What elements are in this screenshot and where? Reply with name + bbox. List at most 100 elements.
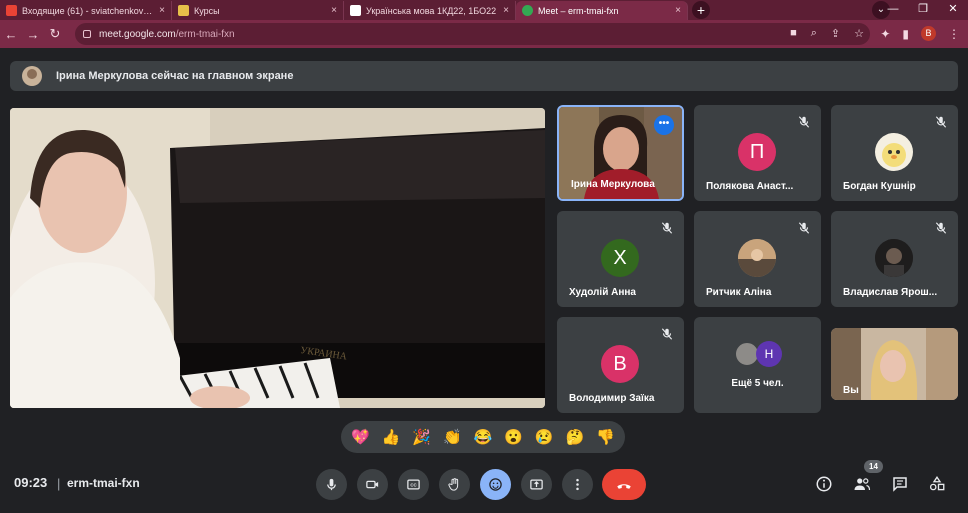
more-options-icon[interactable]: ••• xyxy=(654,115,674,135)
share-icon[interactable]: ⇪ xyxy=(831,27,840,40)
close-icon[interactable]: × xyxy=(503,5,509,16)
people-button[interactable] xyxy=(852,474,872,494)
new-tab-button[interactable]: + xyxy=(692,1,710,19)
participant-tile[interactable]: В Володимир Заїка xyxy=(557,317,684,413)
lock-icon xyxy=(83,30,91,38)
avatar-photo xyxy=(875,133,913,171)
tab-gmail[interactable]: Входящие (61) - sviatchenkovv@ × xyxy=(0,1,172,20)
side-panel-icon[interactable]: ▮ xyxy=(902,27,909,41)
reactions-bar: 💖 👍 🎉 👏 😂 😮 😢 🤔 👎 xyxy=(341,421,625,453)
participant-name: Володимир Заїка xyxy=(569,393,655,404)
extensions-puzzle-icon[interactable]: ✦ xyxy=(880,27,890,41)
minimize-icon[interactable]: — xyxy=(878,0,908,20)
participant-tile[interactable]: Ритчик Аліна xyxy=(694,211,821,307)
emoji-icon xyxy=(489,478,502,491)
participant-tile[interactable]: Х Худолій Анна xyxy=(557,211,684,307)
participant-tile[interactable]: Богдан Кушнір xyxy=(831,105,958,201)
bookmark-star-icon[interactable]: ☆ xyxy=(854,27,864,40)
reaction-heart[interactable]: 💖 xyxy=(351,428,370,446)
self-tile[interactable]: Вы xyxy=(831,328,958,400)
classroom-icon xyxy=(350,5,361,16)
url-input[interactable]: meet.google.com/erm-tmai-fxn ■ ⌕ ⇪ ☆ xyxy=(75,23,870,45)
activities-icon xyxy=(929,476,945,491)
reaction-thumbs-up[interactable]: 👍 xyxy=(382,428,401,446)
avatar-photo xyxy=(875,239,913,277)
mic-off-icon xyxy=(661,328,673,340)
reactions-button[interactable] xyxy=(480,469,511,500)
participant-tile-presenter[interactable]: ••• Ірина Меркулова xyxy=(557,105,684,201)
captions-button[interactable]: CC xyxy=(398,469,429,500)
reaction-clap[interactable]: 👏 xyxy=(443,428,462,446)
present-icon xyxy=(530,479,543,490)
profile-avatar[interactable]: B xyxy=(921,26,936,41)
reaction-laugh[interactable]: 😂 xyxy=(474,428,493,446)
presenting-banner: Ірина Меркулова сейчас на главном экране xyxy=(10,61,958,91)
mic-icon xyxy=(327,478,336,491)
menu-kebab-icon[interactable]: ⋮ xyxy=(948,27,960,41)
participant-name: Богдан Кушнір xyxy=(843,181,916,192)
close-icon[interactable]: × xyxy=(675,5,681,16)
tab-courses[interactable]: Курсы × xyxy=(172,1,344,20)
gmail-icon xyxy=(6,5,17,16)
info-icon xyxy=(816,476,832,492)
svg-text:CC: CC xyxy=(410,483,417,488)
close-icon[interactable]: × xyxy=(331,5,337,16)
zoom-icon[interactable]: ⌕ xyxy=(811,27,817,40)
mic-off-icon xyxy=(935,116,947,128)
main-video[interactable]: УКРАИНА xyxy=(10,108,545,408)
reaction-party[interactable]: 🎉 xyxy=(412,428,431,446)
more-options-button[interactable] xyxy=(562,469,593,500)
camera-indicator-icon[interactable]: ■ xyxy=(790,27,797,40)
tab-label: Входящие (61) - sviatchenkovv@ xyxy=(22,5,156,16)
reaction-thinking[interactable]: 🤔 xyxy=(566,428,585,446)
participant-name: Ритчик Аліна xyxy=(706,287,772,298)
reload-icon[interactable]: ↻ xyxy=(44,26,66,42)
clock: 09:23 xyxy=(14,475,48,490)
participant-name: Владислав Ярош... xyxy=(843,287,938,298)
banner-text: Ірина Меркулова сейчас на главном экране xyxy=(56,70,294,82)
captions-icon: CC xyxy=(407,479,420,490)
activities-button[interactable] xyxy=(927,474,947,494)
camera-button[interactable] xyxy=(357,469,388,500)
present-button[interactable] xyxy=(521,469,552,500)
tab-label: Meet – erm-tmai-fxn xyxy=(538,5,619,16)
tab-meet[interactable]: Meet – erm-tmai-fxn × xyxy=(516,1,688,20)
tab-bar: Входящие (61) - sviatchenkovv@ × Курсы ×… xyxy=(0,0,968,20)
participant-name: Худолій Анна xyxy=(569,287,636,298)
omnibox-icons: ■ ⌕ ⇪ ☆ xyxy=(790,27,864,40)
people-icon xyxy=(854,478,871,491)
meeting-code: erm-tmai-fxn xyxy=(67,476,140,490)
mic-button[interactable] xyxy=(316,469,347,500)
participant-name: Полякова Анаст... xyxy=(706,181,794,192)
leave-call-button[interactable] xyxy=(602,469,646,500)
forward-icon[interactable]: → xyxy=(22,27,44,42)
participants-count-badge: 14 xyxy=(864,460,883,473)
chat-button[interactable] xyxy=(890,474,910,494)
mic-off-icon xyxy=(935,222,947,234)
main-video-frame: УКРАИНА xyxy=(10,108,545,408)
reaction-thumbs-down[interactable]: 👎 xyxy=(596,428,615,446)
tab-ukrainian[interactable]: Українська мова 1КД22, 1БО22 × xyxy=(344,1,516,20)
raise-hand-button[interactable] xyxy=(439,469,470,500)
meeting-details-button[interactable] xyxy=(814,474,834,494)
tab-label: Українська мова 1КД22, 1БО22 xyxy=(366,5,497,16)
more-participants-tile[interactable]: Н Ещё 5 чел. xyxy=(694,317,821,413)
participant-tile[interactable]: П Полякова Анаст... xyxy=(694,105,821,201)
participant-tile[interactable]: Владислав Ярош... xyxy=(831,211,958,307)
avatar-photo xyxy=(738,239,776,277)
back-icon[interactable]: ← xyxy=(0,27,22,42)
chat-icon xyxy=(893,477,907,492)
reaction-surprised[interactable]: 😮 xyxy=(504,428,523,446)
meet-icon xyxy=(522,5,533,16)
tab-label: Курсы xyxy=(194,5,220,16)
maximize-icon[interactable]: ❐ xyxy=(908,0,938,20)
phone-hangup-icon xyxy=(617,483,631,489)
address-bar: ← → ↻ meet.google.com/erm-tmai-fxn ■ ⌕ ⇪… xyxy=(0,20,968,48)
close-window-icon[interactable]: ✕ xyxy=(938,0,968,20)
participant-name: Ірина Меркулова xyxy=(571,179,655,190)
presenter-avatar xyxy=(22,66,42,86)
close-icon[interactable]: × xyxy=(159,5,165,16)
reaction-sad[interactable]: 😢 xyxy=(535,428,554,446)
url-text: meet.google.com/erm-tmai-fxn xyxy=(99,28,235,40)
more-participants-label: Ещё 5 чел. xyxy=(731,378,784,389)
